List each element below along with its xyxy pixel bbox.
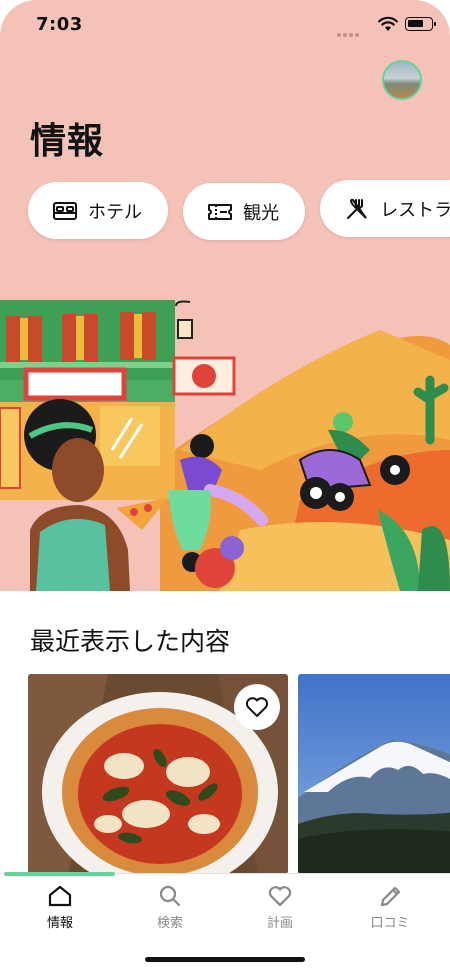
hero-illustration-art (0, 300, 450, 591)
pager-dots (337, 22, 373, 37)
pencil-icon (380, 886, 401, 907)
heart-icon (268, 886, 292, 907)
hero-illustration (0, 300, 450, 591)
page-title: 情報 (30, 121, 105, 162)
favorite-button[interactable] (234, 684, 280, 730)
recent-section-title: 最近表示した内容 (30, 627, 231, 656)
tab-plan-label: 計画 (266, 916, 293, 931)
home-indicator[interactable] (145, 957, 305, 962)
tab-search[interactable]: 検索 (114, 884, 226, 931)
tab-reviews[interactable]: 口コミ (334, 884, 446, 931)
ticket-icon (208, 203, 233, 220)
chip-restaurant[interactable]: レストラ (320, 180, 450, 237)
battery-icon (405, 17, 436, 31)
status-bar: 7:03 (0, 0, 450, 50)
recent-card-pizza[interactable] (28, 674, 288, 874)
mount-fuji-image (298, 674, 450, 874)
header-area: 7:03 情報 ホテル 観光 レストラ (0, 0, 450, 300)
tab-active-indicator (4, 872, 115, 876)
bed-icon (53, 201, 77, 220)
chip-hotel-label: ホテル (88, 201, 142, 223)
app-screen: 7:03 情報 ホテル 観光 レストラ 最近表示した内容 情報 検索 計画 口コ… (0, 0, 450, 972)
search-icon (159, 885, 181, 907)
status-time: 7:03 (36, 14, 83, 35)
recent-card-mount-fuji[interactable] (298, 674, 450, 874)
tab-info-label: 情報 (46, 916, 73, 931)
fork-knife-icon (347, 198, 367, 219)
chip-sightseeing-label: 観光 (243, 202, 280, 224)
chip-sightseeing[interactable]: 観光 (183, 183, 306, 240)
category-chips: ホテル 観光 レストラ (28, 180, 450, 240)
wifi-icon (378, 16, 398, 31)
chip-restaurant-label: レストラ (380, 199, 450, 221)
tab-info[interactable]: 情報 (4, 884, 116, 931)
home-icon (48, 885, 72, 907)
heart-icon (245, 697, 269, 717)
avatar[interactable] (382, 60, 422, 100)
tab-plan[interactable]: 計画 (224, 884, 336, 931)
chip-hotel[interactable]: ホテル (28, 182, 168, 239)
tab-search-label: 検索 (156, 916, 183, 931)
tab-reviews-label: 口コミ (370, 916, 410, 931)
